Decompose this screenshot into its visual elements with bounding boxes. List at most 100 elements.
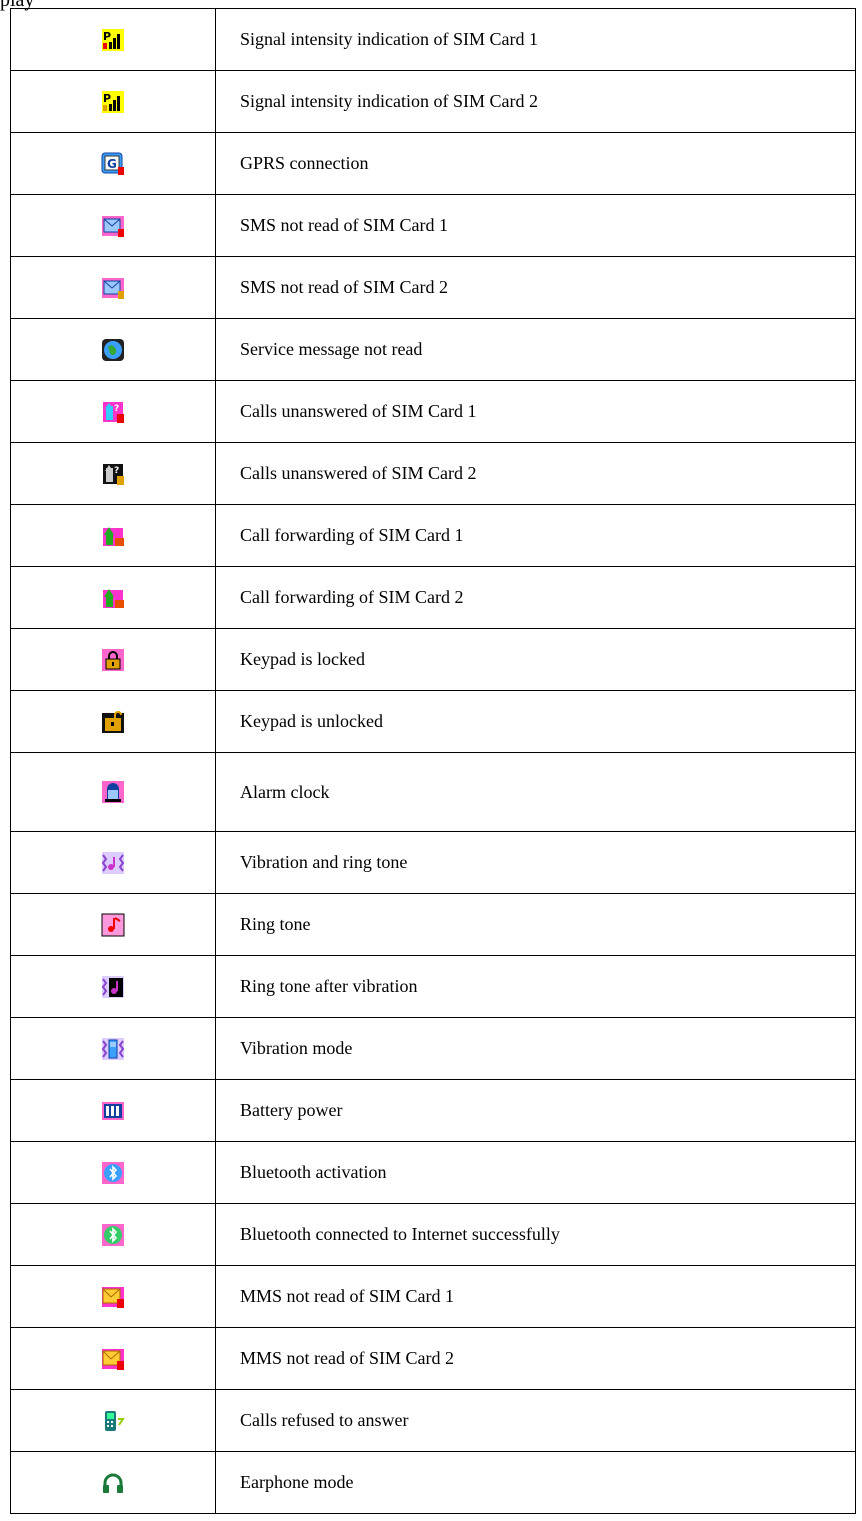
icon-description: Battery power	[215, 1079, 856, 1142]
table-row: G GPRS connection	[10, 132, 856, 195]
table-row: Keypad is locked	[10, 628, 856, 691]
table-row: Alarm clock	[10, 752, 856, 832]
call-forward-sim1-icon	[101, 524, 125, 548]
icon-description: Signal intensity indication of SIM Card …	[215, 70, 856, 133]
icon-description: MMS not read of SIM Card 2	[215, 1327, 856, 1390]
icon-description: Keypad is locked	[215, 628, 856, 691]
sms-sim2-icon	[101, 276, 125, 300]
svg-text:?: ?	[114, 466, 119, 476]
icon-description: Calls refused to answer	[215, 1389, 856, 1452]
svg-text:?: ?	[114, 404, 119, 414]
battery-icon	[101, 1099, 125, 1123]
icon-description: Ring tone	[215, 893, 856, 956]
keypad-unlocked-icon	[101, 710, 125, 734]
bluetooth-icon	[101, 1161, 125, 1185]
table-row: Battery power	[10, 1079, 856, 1142]
table-row: ? Calls unanswered of SIM Card 2	[10, 442, 856, 505]
icon-cell	[10, 1327, 216, 1390]
icon-description: Call forwarding of SIM Card 1	[215, 504, 856, 567]
icon-cell: ?	[10, 442, 216, 505]
mms-sim1-icon	[101, 1285, 125, 1309]
svg-text:P: P	[103, 30, 111, 43]
icon-description: Service message not read	[215, 318, 856, 381]
icon-cell: ?	[10, 380, 216, 443]
vibration-ring-icon	[101, 851, 125, 875]
icon-cell	[10, 955, 216, 1018]
icon-description: SMS not read of SIM Card 2	[215, 256, 856, 319]
icon-cell	[10, 1265, 216, 1328]
table-row: P Signal intensity indication of SIM Card…	[10, 8, 856, 71]
signal-sim2-icon: P	[101, 90, 125, 114]
icon-cell	[10, 831, 216, 894]
icon-cell: P	[10, 8, 216, 71]
icon-description: Bluetooth activation	[215, 1141, 856, 1204]
icon-description: Calls unanswered of SIM Card 1	[215, 380, 856, 443]
table-row: MMS not read of SIM Card 1	[10, 1265, 856, 1328]
table-row: Call forwarding of SIM Card 1	[10, 504, 856, 567]
svg-text:P: P	[103, 92, 111, 105]
table-row: Vibration and ring tone	[10, 831, 856, 894]
table-row: MMS not read of SIM Card 2	[10, 1327, 856, 1390]
icon-cell	[10, 256, 216, 319]
signal-sim1-icon: P	[101, 28, 125, 52]
alarm-clock-icon	[101, 780, 125, 804]
icon-cell	[10, 752, 216, 832]
icon-cell	[10, 1079, 216, 1142]
icon-cell	[10, 1017, 216, 1080]
icon-description: Signal intensity indication of SIM Card …	[215, 8, 856, 71]
icon-description: Vibration and ring tone	[215, 831, 856, 894]
icon-description: Earphone mode	[215, 1451, 856, 1514]
icon-description: GPRS connection	[215, 132, 856, 195]
status-icon-table: P Signal intensity indication of SIM Card…	[10, 8, 856, 1514]
service-message-icon	[101, 338, 125, 362]
icon-cell	[10, 504, 216, 567]
icon-description: Calls unanswered of SIM Card 2	[215, 442, 856, 505]
ring-tone-icon	[101, 913, 125, 937]
icon-cell: P	[10, 70, 216, 133]
icon-cell	[10, 194, 216, 257]
icon-cell	[10, 1141, 216, 1204]
keypad-locked-icon	[101, 648, 125, 672]
icon-cell	[10, 893, 216, 956]
icon-cell	[10, 1203, 216, 1266]
icon-description: Alarm clock	[215, 752, 856, 832]
table-row: Bluetooth connected to Internet successf…	[10, 1203, 856, 1266]
table-row: Ring tone after vibration	[10, 955, 856, 1018]
table-row: ? Calls unanswered of SIM Card 1	[10, 380, 856, 443]
icon-description: Vibration mode	[215, 1017, 856, 1080]
table-row: Earphone mode	[10, 1451, 856, 1514]
missed-call-sim2-icon: ?	[101, 462, 125, 486]
icon-description: Call forwarding of SIM Card 2	[215, 566, 856, 629]
call-forward-sim2-icon	[101, 586, 125, 610]
vibration-mode-icon	[101, 1037, 125, 1061]
earphone-icon	[101, 1471, 125, 1495]
icon-description: Bluetooth connected to Internet successf…	[215, 1203, 856, 1266]
icon-cell	[10, 1451, 216, 1514]
icon-description: MMS not read of SIM Card 1	[215, 1265, 856, 1328]
calls-refused-icon	[101, 1409, 125, 1433]
icon-description: SMS not read of SIM Card 1	[215, 194, 856, 257]
ring-after-vibration-icon	[101, 975, 125, 999]
sms-sim1-icon	[101, 214, 125, 238]
svg-text:G: G	[107, 157, 117, 171]
table-row: SMS not read of SIM Card 1	[10, 194, 856, 257]
icon-cell	[10, 318, 216, 381]
table-row: Vibration mode	[10, 1017, 856, 1080]
icon-cell	[10, 690, 216, 753]
table-row: Bluetooth activation	[10, 1141, 856, 1204]
gprs-icon: G	[101, 152, 125, 176]
table-row: P Signal intensity indication of SIM Card…	[10, 70, 856, 133]
missed-call-sim1-icon: ?	[101, 400, 125, 424]
table-row: Calls refused to answer	[10, 1389, 856, 1452]
icon-cell	[10, 566, 216, 629]
table-row: SMS not read of SIM Card 2	[10, 256, 856, 319]
table-row: Service message not read	[10, 318, 856, 381]
bluetooth-internet-icon	[101, 1223, 125, 1247]
icon-cell: G	[10, 132, 216, 195]
table-row: Keypad is unlocked	[10, 690, 856, 753]
table-row: Ring tone	[10, 893, 856, 956]
icon-description: Ring tone after vibration	[215, 955, 856, 1018]
icon-cell	[10, 628, 216, 691]
table-row: Call forwarding of SIM Card 2	[10, 566, 856, 629]
mms-sim2-icon	[101, 1347, 125, 1371]
